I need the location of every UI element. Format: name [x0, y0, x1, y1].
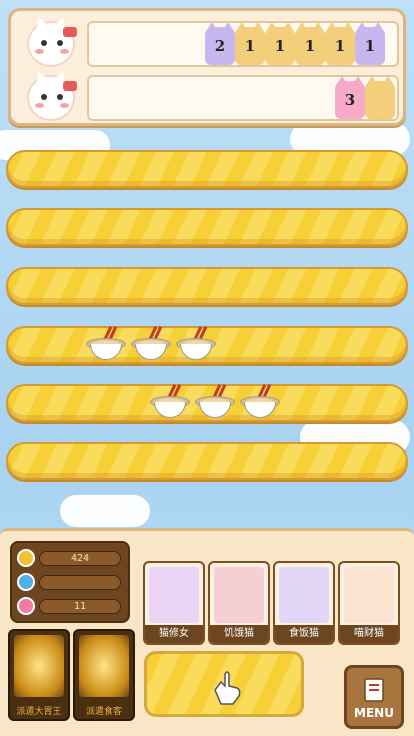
cat-card-label: 喵财猫	[340, 625, 398, 643]
menu-button[interactable]: MENU	[344, 665, 404, 729]
coin-count: 424	[39, 551, 121, 566]
white-cat-avatar	[27, 14, 77, 67]
queue-cat[interactable]: 1	[325, 23, 355, 65]
heart-icon	[17, 597, 35, 615]
cat-card-eater[interactable]: 食饭猫	[273, 561, 335, 645]
conveyor-lane-2[interactable]	[6, 208, 408, 246]
noodle-bowl-icon[interactable]	[195, 384, 235, 420]
queue-cat[interactable]: 1	[295, 23, 325, 65]
noodle-bowl-icon[interactable]	[150, 384, 190, 420]
queue-row-2: 3	[21, 68, 399, 123]
conveyor-lane-1[interactable]	[6, 150, 408, 188]
heart-stat: 11	[17, 596, 123, 618]
conveyor-lane-6[interactable]	[6, 442, 408, 480]
queue-cat[interactable]: 2	[205, 23, 235, 65]
noodle-bowl-icon[interactable]	[86, 326, 126, 362]
menu-book-icon	[364, 678, 384, 702]
cat-card-label: 饥饿猫	[210, 625, 268, 643]
cat-card-label: 食饭猫	[275, 625, 333, 643]
queue-row-1: 2 1 1 1 1 1	[21, 14, 399, 69]
queue-cat[interactable]: 3	[335, 77, 365, 119]
menu-label: MENU	[354, 706, 394, 720]
skill-label: 派遣食客	[85, 707, 122, 717]
queue-cat[interactable]: 1	[355, 23, 385, 65]
noodle-bowl-icon[interactable]	[240, 384, 280, 420]
gem-stat	[17, 572, 123, 594]
heart-count: 11	[39, 599, 121, 614]
coin-icon	[17, 549, 35, 567]
queue-slot-2: 3	[87, 75, 399, 121]
hand-pointer-icon	[214, 671, 241, 705]
noodle-bowl-icon[interactable]	[176, 326, 216, 362]
cloud	[60, 495, 150, 527]
tap-area[interactable]	[144, 651, 304, 717]
queue-cat[interactable]	[365, 77, 395, 119]
queue-cat[interactable]: 1	[265, 23, 295, 65]
noodle-bowl-icon[interactable]	[131, 326, 171, 362]
cat-card-hungry[interactable]: 饥饿猫	[208, 561, 270, 645]
cat-card-fortune[interactable]: 喵财猫	[338, 561, 400, 645]
gem-icon	[17, 573, 35, 591]
white-cat-avatar	[27, 68, 77, 121]
cat-card-nun[interactable]: 猫修女	[143, 561, 205, 645]
gem-count	[39, 575, 121, 590]
stats-panel: 424 11	[10, 541, 130, 623]
customer-queue-panel: 2 1 1 1 1 1 3	[8, 8, 406, 126]
skill-big-eater[interactable]: 派遣大胃王	[8, 629, 70, 721]
queue-slot-1: 2 1 1 1 1 1	[87, 21, 399, 67]
cat-card-label: 猫修女	[145, 625, 203, 643]
conveyor-lane-3[interactable]	[6, 267, 408, 305]
queue-cat[interactable]: 1	[235, 23, 265, 65]
skill-customer[interactable]: 派遣食客	[73, 629, 135, 721]
control-panel: 424 11 猫修女 饥饿猫 食饭猫 喵财猫 派遣大胃王 派遣食客 MENU	[0, 528, 414, 736]
coin-stat: 424	[17, 548, 123, 570]
skill-label: 派遣大胃王	[16, 707, 62, 717]
